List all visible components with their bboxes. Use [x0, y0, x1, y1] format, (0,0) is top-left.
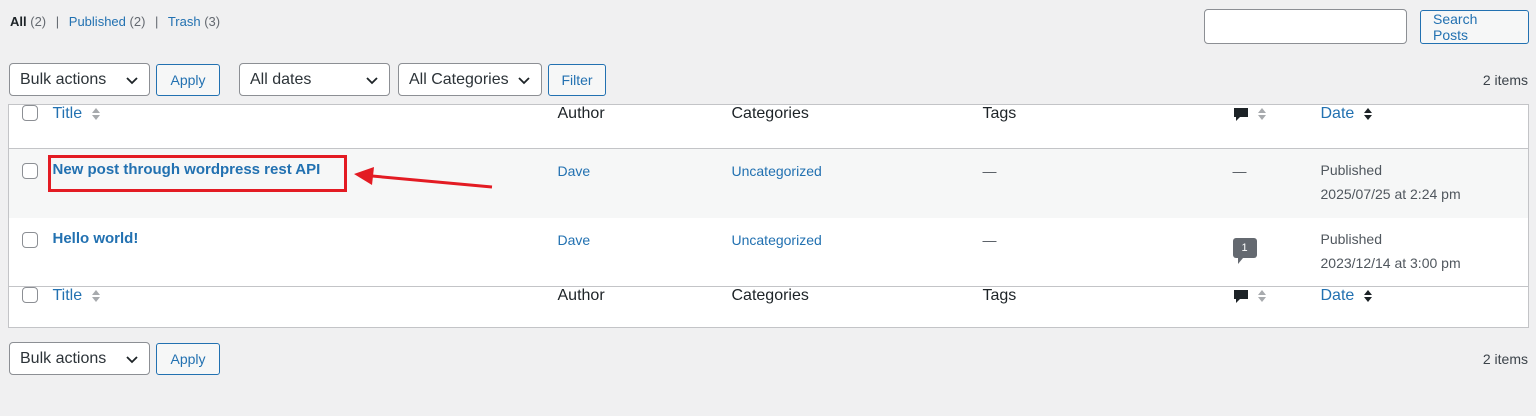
column-tags-header: Tags [982, 105, 1017, 122]
items-count-top: 2 items [1482, 72, 1528, 88]
dates-filter-select[interactable]: All dates [239, 63, 390, 96]
filter-button[interactable]: Filter [548, 64, 606, 96]
table-footer-row: Title Author Categories Tags Date [8, 286, 1529, 328]
post-status: Published [1320, 230, 1383, 247]
column-author-footer: Author [557, 287, 605, 304]
sort-arrows-icon [1257, 289, 1266, 302]
row-checkbox[interactable] [22, 231, 38, 248]
post-title-link[interactable]: Hello world! [53, 230, 139, 247]
column-categories-footer: Categories [731, 287, 809, 304]
column-comments-header[interactable] [1233, 105, 1321, 149]
categories-filter-select[interactable]: All Categories [398, 63, 542, 96]
column-title-footer[interactable]: Title [53, 287, 558, 328]
post-category-link[interactable]: Uncategorized [732, 163, 822, 179]
view-trash-count: (3) [204, 14, 221, 29]
post-author-link[interactable]: Dave [558, 163, 591, 179]
title-sort-link[interactable]: Title [53, 287, 83, 304]
sort-arrows-icon [91, 289, 100, 302]
column-date-footer[interactable]: Date [1321, 287, 1529, 328]
view-all-count: (2) [30, 14, 47, 29]
title-sort-link[interactable]: Title [53, 105, 83, 122]
search-posts-button[interactable]: Search Posts [1420, 10, 1529, 44]
select-all-checkbox-footer[interactable] [22, 287, 38, 303]
categories-filter-label: All Categories [409, 70, 509, 88]
bulk-actions-select-bottom[interactable]: Bulk actions [9, 342, 150, 375]
bulk-actions-label: Bulk actions [20, 70, 107, 88]
sort-desc-icon [1363, 289, 1372, 302]
annotation-highlight-box [48, 155, 347, 192]
bulk-actions-select-top[interactable]: Bulk actions [9, 63, 150, 96]
view-trash-link[interactable]: Trash [168, 14, 201, 29]
bulk-actions-label: Bulk actions [20, 349, 107, 367]
dates-filter-label: All dates [250, 70, 312, 88]
chevron-down-icon [126, 355, 138, 363]
view-published-count: (2) [129, 14, 146, 29]
select-all-checkbox[interactable] [22, 105, 38, 121]
post-status: Published [1320, 162, 1383, 178]
post-date: 2025/07/25 at 2:24 pm [1320, 186, 1461, 202]
view-separator: | [55, 14, 60, 29]
post-tags: — [982, 163, 997, 179]
items-count-bottom: 2 items [1482, 351, 1528, 367]
post-date: 2023/12/14 at 3:00 pm [1320, 254, 1461, 271]
apply-button-bottom[interactable]: Apply [156, 343, 220, 375]
posts-table: Title Author Categories Tags Date New po… [8, 104, 1529, 328]
chevron-down-icon [366, 76, 378, 84]
sort-desc-icon [1363, 107, 1372, 120]
column-comments-footer[interactable] [1233, 287, 1321, 328]
view-all-link[interactable]: All [10, 14, 27, 29]
view-published-link[interactable]: Published [69, 14, 126, 29]
table-row: Hello world! Dave Uncategorized — 1 Publ… [8, 217, 1529, 287]
post-tags: — [982, 231, 997, 248]
search-posts-input[interactable] [1204, 9, 1407, 44]
sort-arrows-icon [1257, 107, 1266, 120]
post-category-link[interactable]: Uncategorized [732, 232, 822, 248]
post-author-link[interactable]: Dave [558, 232, 591, 248]
sort-arrows-icon [91, 107, 100, 120]
row-checkbox[interactable] [22, 163, 38, 179]
column-tags-footer: Tags [982, 287, 1017, 304]
view-separator: | [155, 14, 159, 29]
chevron-down-icon [126, 76, 138, 84]
annotation-arrow-icon [354, 167, 493, 189]
apply-button-top[interactable]: Apply [156, 64, 220, 96]
post-status-views: All (2) | Published (2) | Trash (3) [10, 14, 220, 29]
table-header-row: Title Author Categories Tags Date [8, 105, 1529, 149]
comment-count-bubble[interactable]: 1 [1232, 237, 1257, 264]
column-categories-header: Categories [731, 105, 809, 122]
comment-bubble-icon [1233, 289, 1248, 303]
date-sort-link[interactable]: Date [1321, 287, 1355, 304]
comment-bubble-icon [1233, 107, 1248, 121]
post-comments: — [1232, 163, 1247, 179]
chevron-down-icon [518, 76, 530, 84]
column-date-header[interactable]: Date [1321, 105, 1529, 149]
column-author-header: Author [557, 105, 605, 122]
date-sort-link[interactable]: Date [1321, 105, 1355, 122]
column-title-header[interactable]: Title [53, 105, 558, 149]
